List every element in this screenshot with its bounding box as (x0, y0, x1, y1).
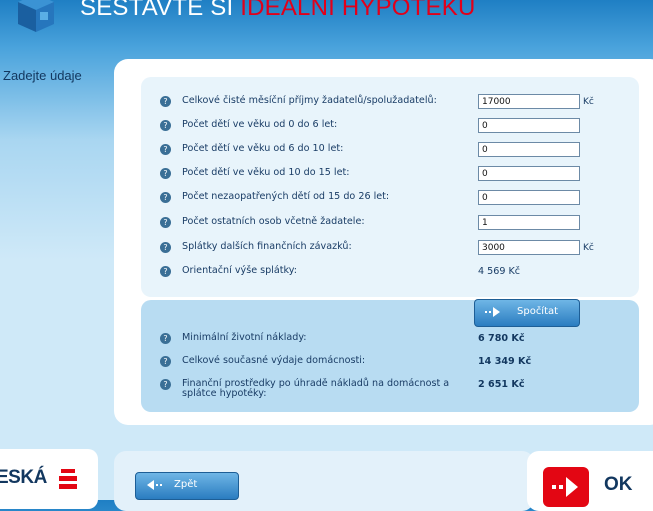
result-label-line2: splátce hypotéky: (182, 388, 267, 399)
arrow-right-icon (485, 307, 500, 317)
field-label: Splátky dalších finančních závazků: (182, 241, 352, 252)
help-icon[interactable]: ? (160, 379, 171, 390)
help-icon[interactable]: ? (160, 96, 171, 107)
help-icon[interactable]: ? (160, 217, 171, 228)
result-label: Minimální životní náklady: (182, 332, 307, 343)
help-icon[interactable]: ? (160, 333, 171, 344)
field-label: Počet dětí ve věku od 10 do 15 let: (182, 167, 350, 178)
form-row-children-6-10: ? Počet dětí ve věku od 6 do 10 let: (160, 142, 640, 160)
help-icon[interactable]: ? (160, 192, 171, 203)
step-label: Zadejte údaje (3, 68, 82, 83)
income-input[interactable] (478, 94, 580, 109)
result-row-household-expenses: ? Celkové současné výdaje domácnosti: 14… (160, 354, 640, 372)
ok-button-label: OK (604, 474, 633, 495)
help-icon[interactable]: ? (160, 242, 171, 253)
form-row-other-loans: ? Splátky dalších finančních závazků: Kč (160, 240, 640, 258)
result-value: 2 651 Kč (478, 379, 525, 390)
back-button-label: Zpět (174, 479, 198, 490)
field-label: Orientační výše splátky: (182, 265, 297, 276)
form-row-children-10-15: ? Počet dětí ve věku od 10 do 15 let: (160, 166, 640, 184)
field-label: Počet dětí ve věku od 0 do 6 let: (182, 119, 338, 130)
dependents-15-26-input[interactable] (478, 190, 580, 205)
calculate-button-label: Spočítat (517, 306, 559, 317)
form-row-other-persons: ? Počet ostatních osob včetně žadatele: (160, 215, 640, 233)
unit-label: Kč (583, 97, 594, 107)
other-loans-input[interactable] (478, 240, 580, 255)
form-row-estimate: ? Orientační výše splátky: 4 569 Kč (160, 264, 640, 282)
bank-logo-icon (59, 469, 77, 489)
back-button[interactable]: Zpět (135, 472, 239, 500)
form-row-children-0-6: ? Počet dětí ve věku od 0 do 6 let: (160, 118, 640, 136)
header: SESTAVTE SI IDEÁLNÍ HYPOTÉKU (0, 0, 653, 34)
children-0-6-input[interactable] (478, 118, 580, 133)
unit-label: Kč (583, 243, 594, 253)
page-title: SESTAVTE SI IDEÁLNÍ HYPOTÉKU (80, 0, 475, 22)
page-title-part1: SESTAVTE SI (80, 0, 241, 21)
help-icon[interactable]: ? (160, 144, 171, 155)
bank-name: ESKÁ (0, 467, 47, 488)
help-icon[interactable]: ? (160, 266, 171, 277)
arrow-left-icon (147, 480, 162, 490)
form-row-income: ? Celkové čisté měsíční příjmy žadatelů/… (160, 94, 640, 112)
result-value: 6 780 Kč (478, 333, 525, 344)
children-10-15-input[interactable] (478, 166, 580, 181)
result-row-min-costs: ? Minimální životní náklady: 6 780 Kč (160, 331, 640, 349)
help-icon[interactable]: ? (160, 168, 171, 179)
help-icon[interactable]: ? (160, 120, 171, 131)
cube-logo-icon (18, 0, 54, 32)
children-6-10-input[interactable] (478, 142, 580, 157)
estimate-value: 4 569 Kč (478, 266, 521, 277)
other-persons-input[interactable] (478, 215, 580, 230)
result-row-remaining-funds: ? Finanční prostředky po úhradě nákladů … (160, 377, 640, 407)
result-label: Celkové současné výdaje domácnosti: (182, 355, 366, 366)
field-label: Počet dětí ve věku od 6 do 10 let: (182, 143, 344, 154)
help-icon[interactable]: ? (160, 356, 171, 367)
ok-arrow-icon (543, 467, 589, 507)
field-label: Počet nezaopatřených dětí od 15 do 26 le… (182, 191, 390, 202)
field-label: Celkové čisté měsíční příjmy žadatelů/sp… (182, 95, 437, 106)
field-label: Počet ostatních osob včetně žadatele: (182, 216, 365, 227)
result-value: 14 349 Kč (478, 356, 532, 367)
form-row-dependents-15-26: ? Počet nezaopatřených dětí od 15 do 26 … (160, 190, 640, 208)
calculate-button[interactable]: Spočítat (474, 299, 580, 327)
page-title-highlight: IDEÁLNÍ HYPOTÉKU (240, 0, 476, 21)
